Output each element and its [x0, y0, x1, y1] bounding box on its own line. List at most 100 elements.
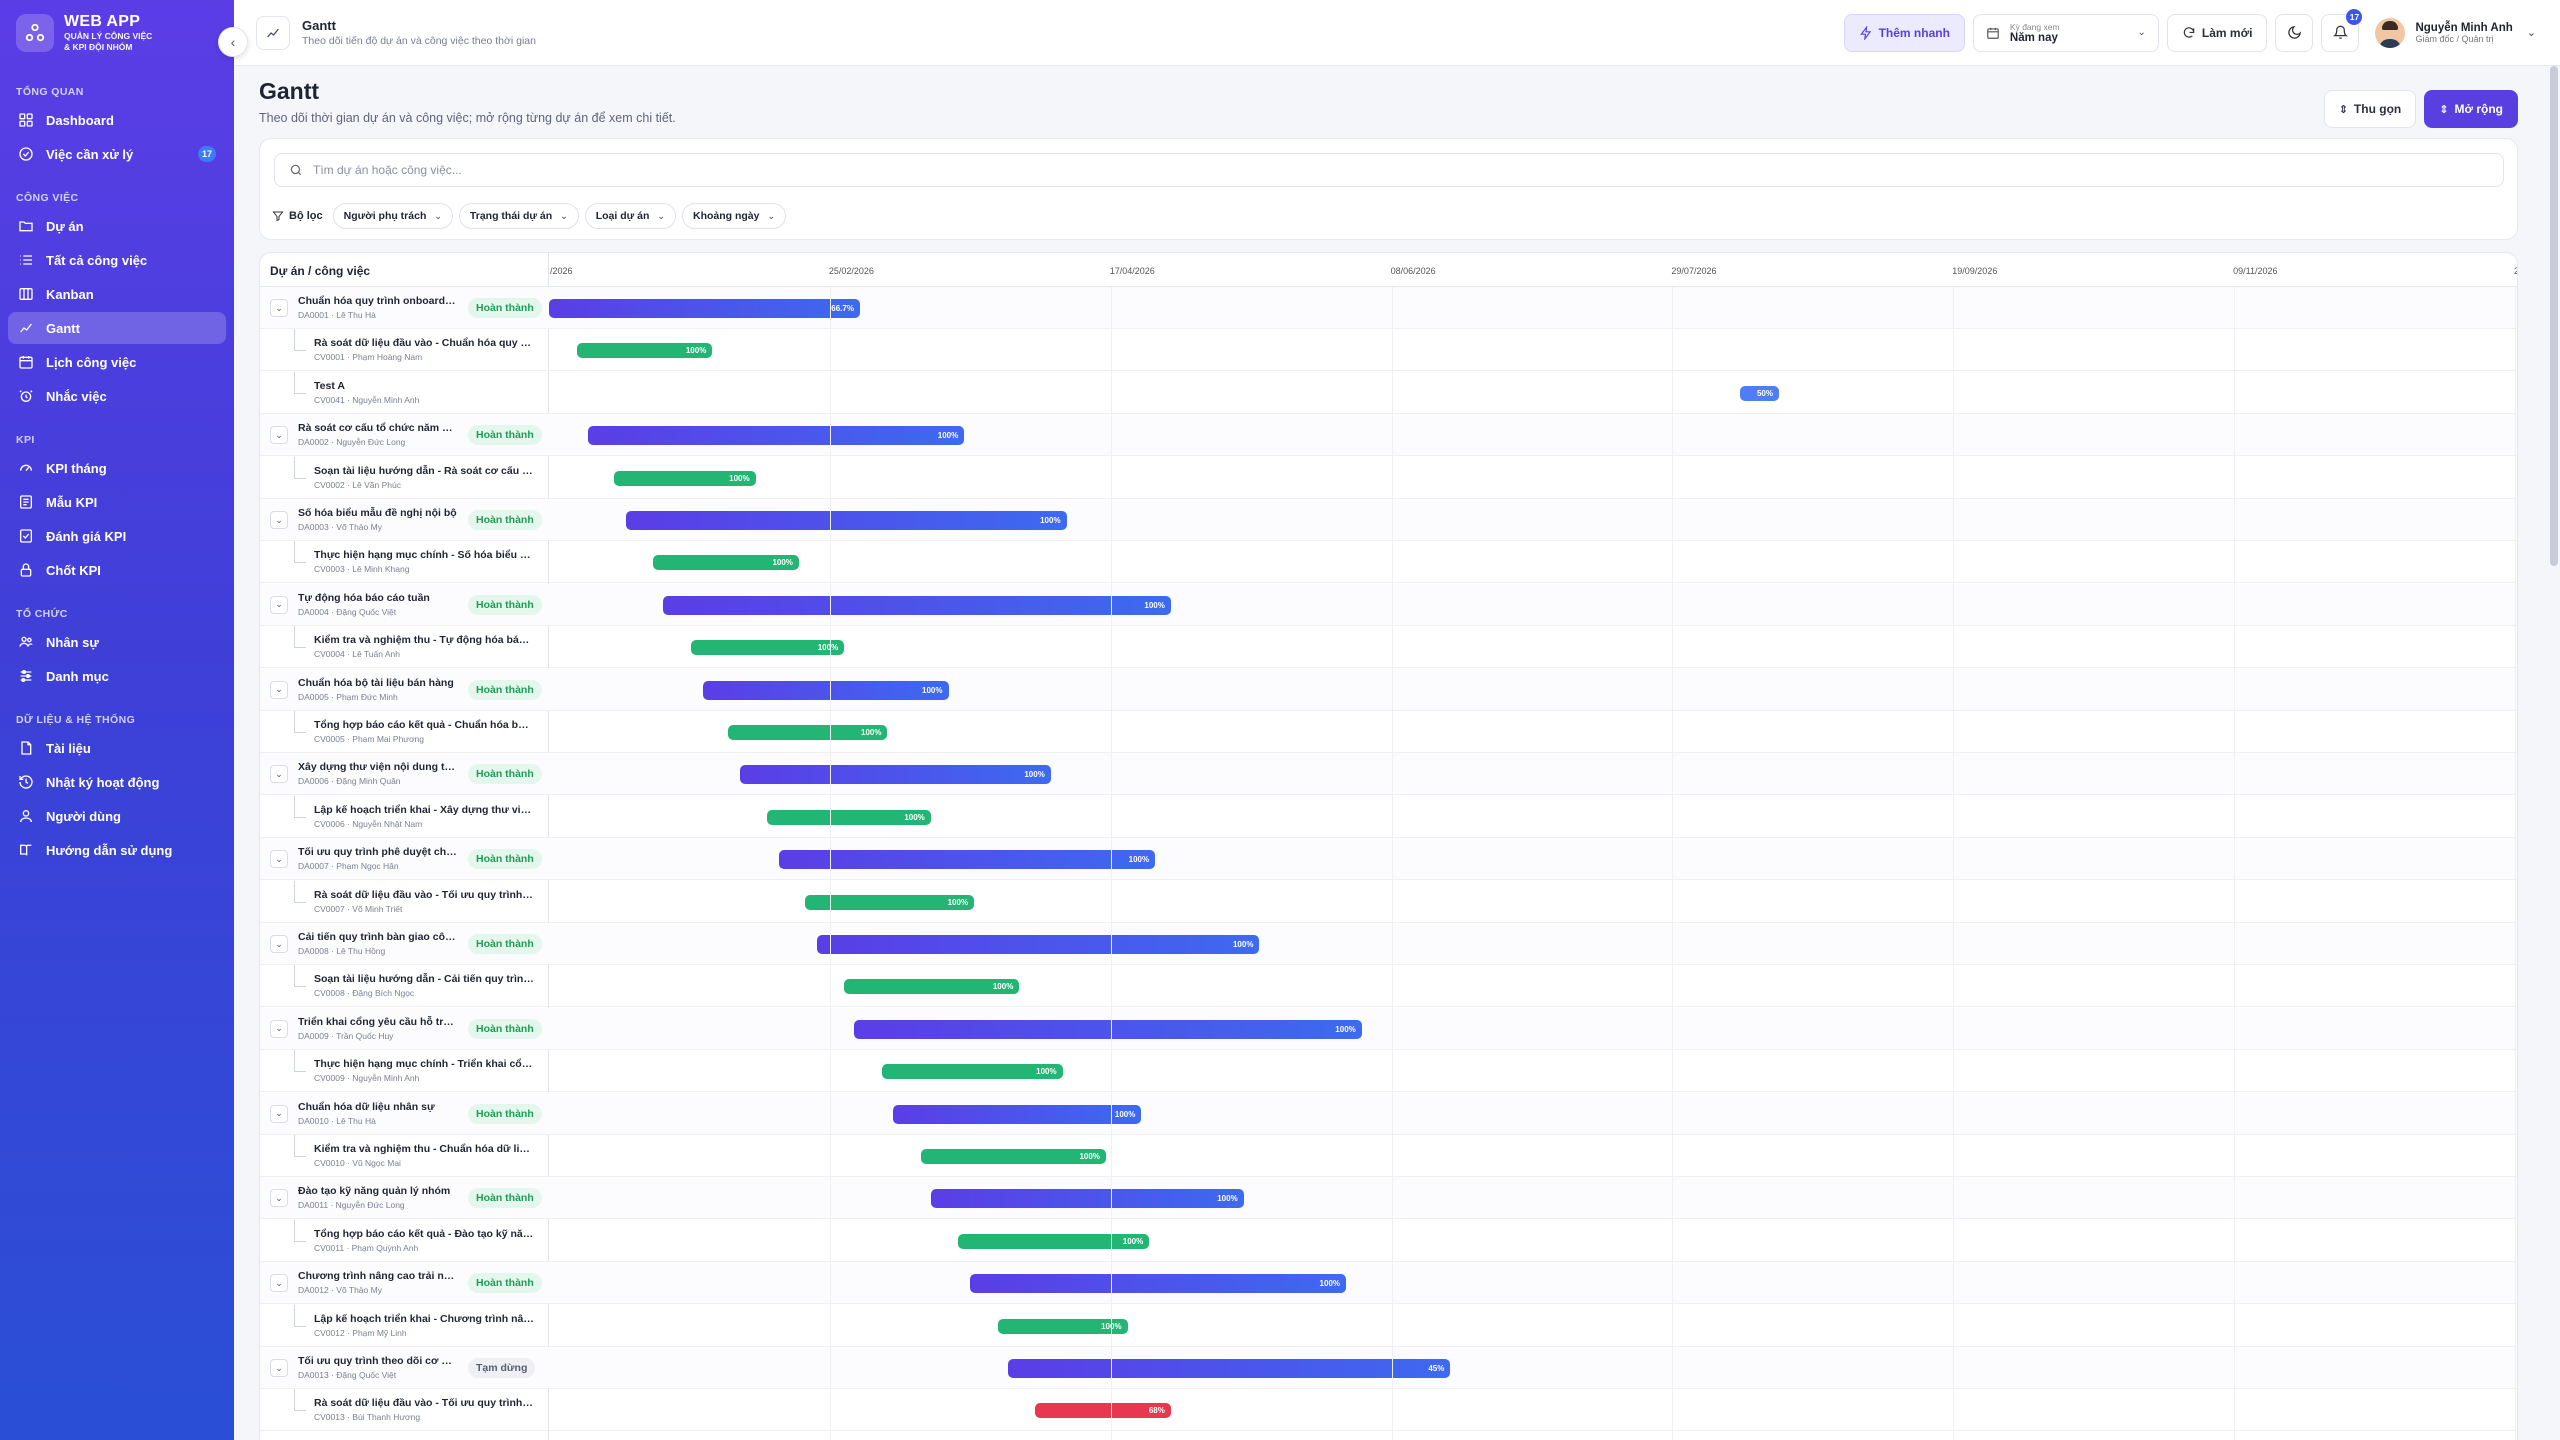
search-input[interactable]: Tìm dự án hoặc công việc...: [274, 153, 2504, 187]
project-row[interactable]: ⌄ Rà soát cơ cấu tổ chức năm 2026 DA0002 ·…: [260, 414, 2517, 457]
expand-toggle[interactable]: ⌄: [270, 511, 288, 529]
task-row[interactable]: Soạn tài liệu hướng dẫn - Cải tiến quy t…: [260, 965, 2517, 1008]
project-row[interactable]: ⌄ Tối ưu quy trình theo dõi cơ hội ki... D…: [260, 1347, 2517, 1389]
expand-toggle[interactable]: ⌄: [270, 1274, 288, 1293]
task-bar[interactable]: 100%: [844, 979, 1020, 995]
project-bar[interactable]: 100%: [702, 680, 949, 700]
project-bar[interactable]: 100%: [893, 1104, 1142, 1124]
sidebar-item-lock[interactable]: Chốt KPI: [8, 554, 226, 586]
scrollbar[interactable]: [2550, 66, 2558, 566]
expand-toggle[interactable]: ⌄: [270, 426, 288, 445]
sidebar-item-grid[interactable]: Dashboard: [8, 104, 226, 136]
filter-chip[interactable]: Loại dự án ⌄: [584, 203, 676, 229]
expand-toggle[interactable]: ⌄: [270, 1359, 288, 1377]
project-row[interactable]: ⌄ Đào tạo kỹ năng quản lý nhóm DA0011 · Ng…: [260, 1177, 2517, 1220]
sidebar-item-gauge[interactable]: KPI tháng: [8, 452, 226, 484]
project-row[interactable]: ⌄ Tự động hóa báo cáo tuần DA0004 · Đặng Q…: [260, 583, 2517, 626]
task-row[interactable]: Rà soát dữ liệu đầu vào - Chuẩn hóa quy …: [260, 329, 2517, 372]
task-row[interactable]: Tổng hợp báo cáo kết quả - Đào tạo kỹ nă…: [260, 1219, 2517, 1262]
task-row[interactable]: Kiểm tra và nghiệm thu - Chuẩn hóa dữ li…: [260, 1135, 2517, 1177]
task-row[interactable]: Lập kế hoạch triển khai - Chương trình n…: [260, 1304, 2517, 1347]
sidebar-item-list[interactable]: Tất cả công việc: [8, 244, 226, 276]
sidebar-item-calendar[interactable]: Lịch công việc: [8, 346, 226, 378]
expand-toggle[interactable]: ⌄: [270, 765, 288, 784]
project-row[interactable]: ⌄ Chuẩn hóa quy trình onboarding ... DA000…: [260, 287, 2517, 329]
expand-toggle[interactable]: ⌄: [270, 1104, 288, 1123]
project-bar[interactable]: 100%: [739, 765, 1051, 785]
sidebar-item-template[interactable]: Mẫu KPI: [8, 486, 226, 518]
project-row[interactable]: ⌄ Triển khai cổng yêu cầu hỗ trợ n... DA00…: [260, 1007, 2517, 1050]
expand-all-button[interactable]: ⇕ Mở rộng: [2424, 90, 2518, 128]
quick-add-button[interactable]: Thêm nhanh: [1843, 13, 1965, 52]
user-menu[interactable]: Nguyễn Minh Anh Giám đốc / Quản trị ⌄: [2375, 17, 2536, 48]
notifications-button[interactable]: 17: [2321, 8, 2363, 52]
project-row[interactable]: ⌄ Tối ưu quy trình phê duyệt chi phí DA000…: [260, 838, 2517, 881]
task-bar[interactable]: 100%: [997, 1318, 1128, 1334]
expand-toggle[interactable]: ⌄: [270, 1019, 288, 1038]
expand-toggle[interactable]: ⌄: [270, 850, 288, 869]
task-row[interactable]: Thực hiện hạng mục chính - Triển khai cổ…: [260, 1050, 2517, 1093]
task-bar[interactable]: 100%: [767, 809, 931, 825]
project-bar[interactable]: 100%: [816, 935, 1260, 954]
project-row[interactable]: ⌄ Chuẩn hóa bộ tài liệu bán hàng DA0005 · …: [260, 668, 2517, 711]
project-bar[interactable]: 66.7%: [549, 299, 860, 318]
brand[interactable]: WEB APP QUẢN LÝ CÔNG VIỆC & KPI ĐỘI NHÓM: [0, 0, 234, 66]
period-select[interactable]: Kỳ đang xem Năm nay ⌄: [1972, 13, 2159, 52]
theme-toggle-button[interactable]: [2275, 13, 2314, 52]
project-bar[interactable]: 100%: [930, 1189, 1244, 1209]
task-row[interactable]: Rà soát dữ liệu đầu vào - Tối ưu quy trì…: [260, 880, 2517, 923]
refresh-button[interactable]: Làm mới: [2166, 13, 2268, 52]
project-bar[interactable]: 100%: [663, 595, 1171, 615]
task-row[interactable]: Tổng hợp báo cáo kết quả - Chuẩn hóa bộ …: [260, 711, 2517, 753]
expand-toggle[interactable]: ⌄: [270, 595, 288, 614]
task-bar[interactable]: 50%: [1739, 385, 1779, 401]
task-row[interactable]: Soạn tài liệu hướng dẫn - Rà soát cơ cấu…: [260, 456, 2517, 499]
task-row[interactable]: Test A CV0041 · Nguyễn Minh Anh 50%: [260, 371, 2517, 414]
sidebar-item-history[interactable]: Nhật ký hoạt động: [8, 766, 226, 798]
sidebar-item-sliders[interactable]: Danh mục: [8, 660, 226, 692]
sidebar-collapse-button[interactable]: ‹: [218, 27, 248, 57]
task-bar[interactable]: 100%: [958, 1233, 1150, 1249]
task-bar[interactable]: 100%: [881, 1064, 1063, 1080]
project-bar[interactable]: 100%: [779, 850, 1156, 870]
project-row[interactable]: ⌄ Số hóa biểu mẫu đề nghị nội bộ DA0003 · …: [260, 499, 2517, 541]
task-bar[interactable]: 100%: [576, 343, 713, 359]
collapse-all-button[interactable]: ⇕ Thu gọn: [2323, 90, 2417, 128]
project-bar[interactable]: 45%: [1007, 1359, 1451, 1378]
sidebar-item-review[interactable]: Đánh giá KPI: [8, 520, 226, 552]
project-bar[interactable]: 100%: [970, 1274, 1347, 1294]
project-bar[interactable]: 100%: [854, 1019, 1362, 1039]
expand-toggle[interactable]: ⌄: [270, 935, 288, 953]
task-row[interactable]: Lập kế hoạch triển khai - Xây dựng thư v…: [260, 795, 2517, 838]
sidebar-item-users[interactable]: Nhân sự: [8, 626, 226, 658]
project-bar[interactable]: 100%: [588, 426, 965, 446]
sidebar-item-user[interactable]: Người dùng: [8, 800, 226, 832]
project-row[interactable]: ⌄ Xây dựng thư viện nội dung thươ... DA000…: [260, 753, 2517, 796]
task-bar[interactable]: 100%: [613, 470, 756, 486]
sidebar-item-check-circle[interactable]: Việc cần xử lý 17: [8, 138, 226, 170]
project-bar[interactable]: 100%: [625, 511, 1067, 530]
project-row[interactable]: ⌄ Chương trình nâng cao trải nghiệ... DA00…: [260, 1262, 2517, 1305]
task-bar[interactable]: 100%: [690, 640, 845, 656]
task-bar[interactable]: 100%: [728, 725, 888, 740]
task-row[interactable]: Kiểm tra và nghiệm thu - Tự động hóa báo…: [260, 626, 2517, 669]
filter-chip[interactable]: Người phụ trách ⌄: [332, 203, 453, 229]
sidebar-item-document[interactable]: Tài liệu: [8, 732, 226, 764]
task-bar[interactable]: 100%: [653, 555, 799, 571]
filter-chip[interactable]: Trạng thái dự án ⌄: [458, 203, 579, 229]
expand-toggle[interactable]: ⌄: [270, 299, 288, 317]
project-row[interactable]: ⌄ Cải tiến quy trình bàn giao công ... DA0…: [260, 923, 2517, 965]
expand-toggle[interactable]: ⌄: [270, 1189, 288, 1208]
sidebar-item-folder[interactable]: Dự án: [8, 210, 226, 242]
filter-chip[interactable]: Khoảng ngày ⌄: [681, 203, 787, 229]
sidebar-item-kanban[interactable]: Kanban: [8, 278, 226, 310]
expand-toggle[interactable]: ⌄: [270, 680, 288, 699]
task-row[interactable]: Rà soát dữ liệu đầu vào - Tối ưu quy trì…: [260, 1389, 2517, 1432]
sidebar-item-gantt[interactable]: Gantt: [8, 312, 226, 344]
task-bar[interactable]: 68%: [1035, 1403, 1171, 1419]
project-row[interactable]: ⌄ Chuẩn hóa dữ liệu nhân sự DA0010 · Lê Th…: [260, 1092, 2517, 1135]
task-bar[interactable]: 100%: [920, 1149, 1106, 1164]
sidebar-item-book[interactable]: Hướng dẫn sử dụng: [8, 834, 226, 866]
sidebar-item-alarm[interactable]: Nhắc việc: [8, 380, 226, 412]
task-row[interactable]: Thực hiện hạng mục chính - Số hóa biểu m…: [260, 541, 2517, 584]
